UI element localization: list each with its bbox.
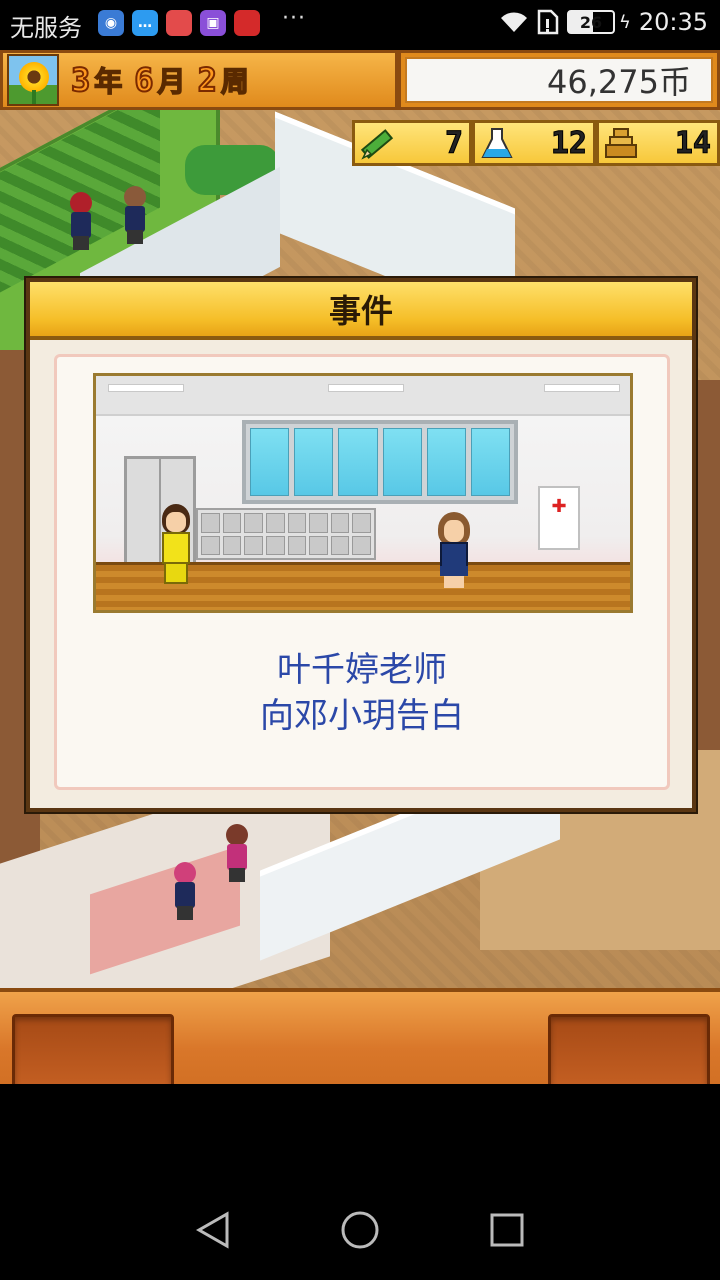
battery-icon: 26: [566, 10, 615, 34]
classroom-window: [242, 420, 518, 504]
home-icon[interactable]: [338, 1208, 382, 1252]
system-nav-bar: [0, 1180, 720, 1280]
app-notification-icon: ◉: [98, 10, 124, 36]
money-value: 46,275币: [405, 57, 713, 103]
stat-pencil-value: 7: [444, 125, 463, 161]
month-unit: 月: [157, 64, 187, 99]
dialog-title: 事件: [328, 292, 393, 330]
flask-icon: [477, 124, 517, 164]
student-character: [432, 512, 476, 590]
message-notification-icon: …: [132, 10, 158, 36]
wifi-icon: [499, 10, 529, 34]
first-aid-cabinet: ✚: [538, 486, 580, 550]
clock: 20:35: [638, 8, 708, 36]
right-menu-button[interactable]: [548, 1014, 710, 1084]
stat-flask-value: 12: [550, 125, 587, 161]
date-panel: 3 年 6 月 2 周: [0, 50, 398, 110]
game-view[interactable]: 3 年 6 月 2 周 46,275币 7 12 14 事件 ✚ 叶千婷老师 向…: [0, 50, 720, 1084]
year-unit: 年: [94, 64, 124, 99]
notification-icons: ◉ … ▣: [98, 10, 260, 36]
student-sprite[interactable]: [222, 824, 252, 884]
battery-level: 26: [579, 12, 603, 32]
dialog-header: 事件: [30, 282, 692, 340]
student-sprite[interactable]: [66, 192, 96, 252]
status-bar: 无服务 ◉ … ▣ ··· 26 ϟ 20:35: [0, 0, 720, 50]
event-message-line-1: 叶千婷老师: [277, 650, 447, 690]
event-message-line-2: 向邓小玥告白: [260, 696, 464, 736]
money-panel: 46,275币: [398, 50, 720, 110]
more-notifications-icon: ···: [282, 6, 306, 31]
dictionary-notification-icon: [166, 10, 192, 36]
event-scene-image: ✚: [93, 373, 633, 613]
left-menu-button[interactable]: [12, 1014, 174, 1084]
stat-pencil: 7: [352, 120, 472, 166]
student-sprite[interactable]: [170, 862, 200, 922]
stat-flask: 12: [472, 120, 596, 166]
year-value: 3: [70, 60, 91, 100]
bottom-toolbar: [0, 988, 720, 1084]
sunflower-icon: [7, 54, 59, 106]
dialog-content: ✚ 叶千婷老师 向邓小玥告白: [54, 354, 670, 790]
event-dialog[interactable]: 事件 ✚ 叶千婷老师 向邓小玥告白: [26, 278, 696, 812]
week-value: 2: [197, 60, 218, 100]
shoe-cabinet: [196, 508, 376, 560]
teacher-character: [154, 504, 198, 588]
back-icon[interactable]: [191, 1208, 235, 1252]
trophy-icon: [601, 124, 641, 164]
month-value: 6: [133, 60, 154, 100]
carrier-label: 无服务: [10, 14, 82, 42]
stats-bar: 7 12 14: [352, 120, 720, 166]
charging-icon: ϟ: [618, 11, 631, 33]
note-notification-icon: [234, 10, 260, 36]
week-unit: 周: [220, 64, 250, 99]
stat-trophy: 14: [596, 120, 720, 166]
sim-card-icon: [537, 9, 559, 35]
student-sprite[interactable]: [120, 186, 150, 246]
pencil-icon: [357, 124, 397, 164]
event-message: 叶千婷老师 向邓小玥告白: [57, 647, 667, 739]
recent-apps-icon[interactable]: [485, 1208, 529, 1252]
gallery-notification-icon: ▣: [200, 10, 226, 36]
stat-trophy-value: 14: [674, 125, 711, 161]
